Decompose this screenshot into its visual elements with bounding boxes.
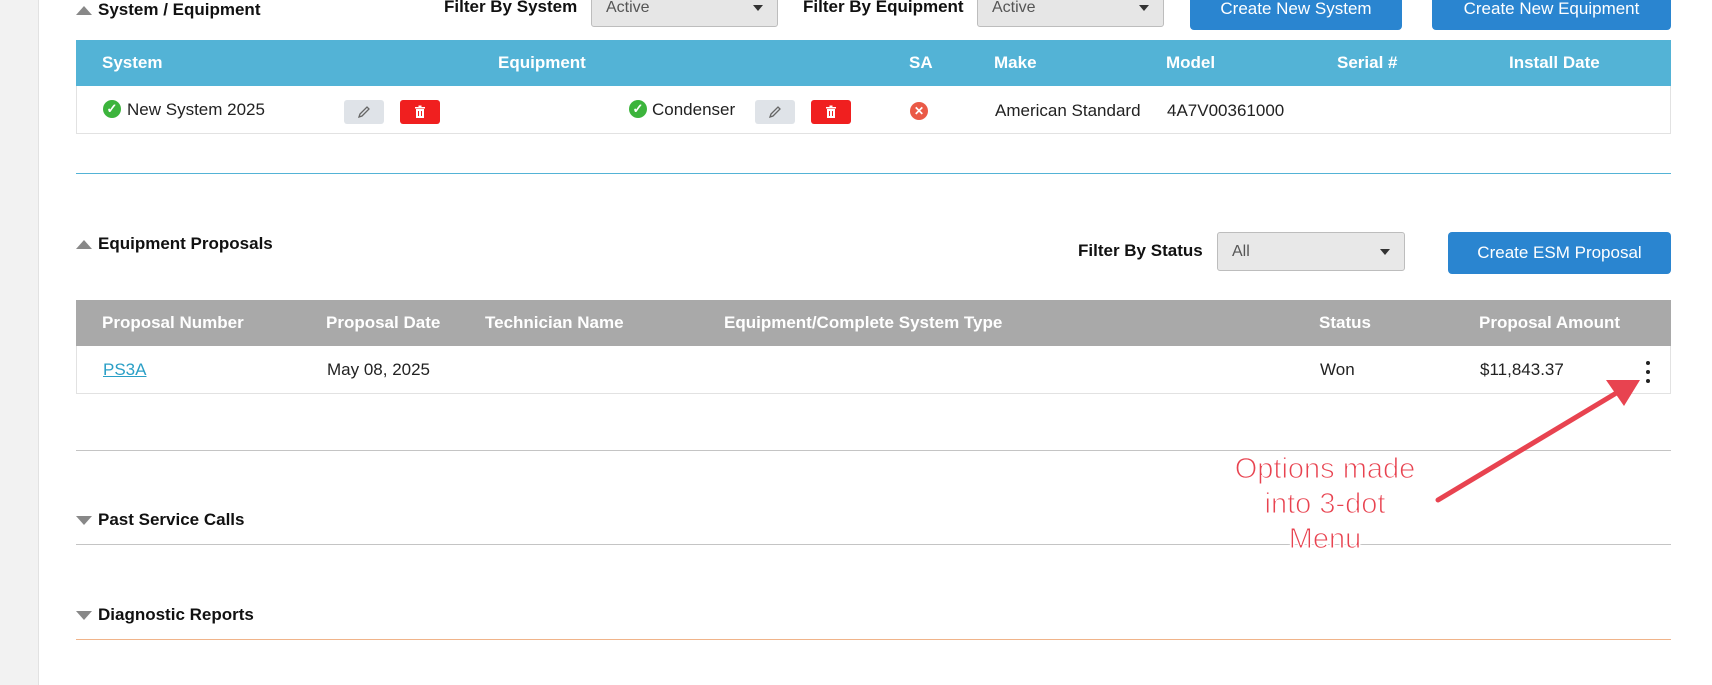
annotation-arrow-icon (1435, 380, 1640, 503)
annotation-line: Options made (1234, 453, 1416, 486)
annotation-line: Menu (1288, 523, 1362, 556)
annotation-line: into 3-dot (1264, 488, 1386, 521)
annotation-text: Options made into 3-dot Menu (1200, 452, 1450, 557)
